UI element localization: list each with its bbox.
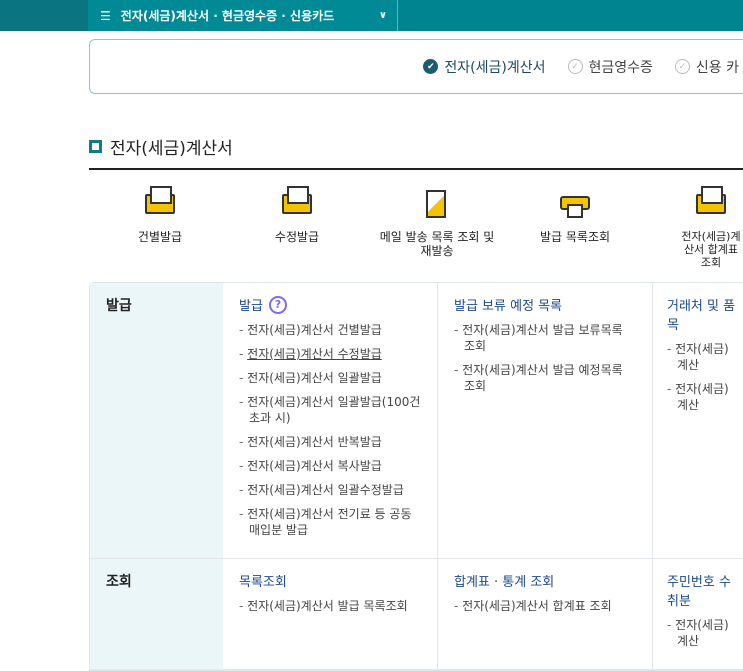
menu-grid: 발급 발급? 전자(세금)계산서 건별발급 전자(세금)계산서 수정발급 전자(… [89, 282, 743, 671]
menu-label: 전자(세금)계산서 · 현금영수증 · 신용카드 [120, 9, 335, 23]
square-bullet-icon [89, 140, 102, 153]
tab-credit-card[interactable]: ✓ 신용 카 [674, 57, 739, 77]
scroll-icon [420, 188, 454, 218]
nav-left-area [0, 0, 88, 31]
column-title: 거래처 및 품목 [667, 299, 736, 333]
quick-link-individual-issue[interactable]: 건별발급 [100, 186, 220, 244]
column-title: 발급 [239, 299, 263, 314]
list-item[interactable]: 전자(세금)계산서 발급 보류목록 조회 [454, 322, 636, 354]
quick-link-mail-list[interactable]: 메일 발송 목록 조회 및 재발송 [377, 188, 497, 258]
envelope-plus-icon [694, 186, 728, 218]
row-issue: 발급 발급? 전자(세금)계산서 건별발급 전자(세금)계산서 수정발급 전자(… [90, 283, 743, 559]
list-item[interactable]: 전자(세금)계산서 일괄발급(100건 초과 시) [239, 394, 421, 426]
list-item[interactable]: 전자(세금)계산서 일괄수정발급 [239, 482, 421, 498]
quick-link-label: 전자(세금)계산서 합계표 조회 [681, 230, 741, 269]
tab-label: 신용 카 [695, 59, 739, 76]
category-tabs: ✔ 전자(세금)계산서 ✓ 현금영수증 ✓ 신용 카 [89, 39, 743, 94]
envelope-gear-icon [143, 186, 177, 218]
list-item[interactable]: 전자(세금)계산서 반복발급 [239, 434, 421, 450]
list-item[interactable]: 전자(세금)계산서 수정발급 [239, 346, 421, 362]
row-header: 발급 [90, 283, 223, 558]
column-issue: 발급? 전자(세금)계산서 건별발급 전자(세금)계산서 수정발급 전자(세금)… [223, 283, 438, 558]
hamburger-icon: ☰ [100, 8, 111, 23]
list-item[interactable]: 전자(세금)계산서 일괄발급 [239, 370, 421, 386]
quick-link-issue-list[interactable]: 발급 목록조회 [515, 188, 635, 244]
column-title: 주민번호 수취분 [667, 575, 731, 609]
row-header: 조회 [90, 559, 223, 669]
quick-link-label: 건별발급 [137, 230, 183, 244]
help-icon[interactable]: ? [268, 295, 287, 314]
printer-icon [558, 188, 592, 218]
tab-tax-invoice[interactable]: ✔ 전자(세금)계산서 [423, 57, 546, 77]
column-title: 합계표 · 통계 조회 [454, 575, 555, 590]
list-item[interactable]: 전자(세금)계산서 복사발급 [239, 458, 421, 474]
quick-link-label: 발급 목록조회 [539, 230, 611, 244]
list-item[interactable]: 전자(세금)계산서 발급 예정목록 조회 [454, 362, 636, 394]
column-title: 발급 보류 예정 목록 [454, 299, 563, 314]
row-lookup: 조회 목록조회 전자(세금)계산서 발급 목록조회 합계표 · 통계 조회 전자… [90, 559, 743, 670]
category-menu-dropdown[interactable]: ☰ 전자(세금)계산서 · 현금영수증 · 신용카드 ∨ [88, 0, 398, 31]
chevron-down-icon: ∨ [378, 10, 387, 21]
quick-link-revised-issue[interactable]: 수정발급 [237, 186, 357, 244]
quick-link-label: 수정발급 [274, 230, 320, 244]
column-title: 목록조회 [239, 575, 287, 590]
list-item[interactable]: 전자(세금)계산 [667, 381, 737, 413]
check-icon: ✓ [567, 59, 583, 74]
top-nav-bar: ☰ 전자(세금)계산서 · 현금영수증 · 신용카드 ∨ [0, 0, 743, 31]
list-item[interactable]: 전자(세금)계산서 전기료 등 공동매입분 발급 [239, 506, 421, 538]
quick-link-summary[interactable]: 전자(세금)계산서 합계표 조회 [679, 186, 743, 269]
section-title: 전자(세금)계산서 [89, 134, 233, 159]
column-list-lookup: 목록조회 전자(세금)계산서 발급 목록조회 [223, 559, 438, 669]
divider [89, 168, 743, 170]
list-item[interactable]: 전자(세금)계산 [667, 341, 737, 373]
tab-label: 전자(세금)계산서 [444, 59, 546, 76]
section-title-text: 전자(세금)계산서 [110, 139, 233, 159]
envelope-arrow-icon [280, 186, 314, 218]
column-partners: 거래처 및 품목 전자(세금)계산 전자(세금)계산 [653, 283, 743, 558]
list-item[interactable]: 전자(세금)계산 [667, 617, 737, 649]
column-summary-stats: 합계표 · 통계 조회 전자(세금)계산서 합계표 조회 [438, 559, 653, 669]
list-item[interactable]: 전자(세금)계산서 건별발급 [239, 322, 421, 338]
tab-cash-receipt[interactable]: ✓ 현금영수증 [567, 57, 653, 77]
quick-link-label: 메일 발송 목록 조회 및 재발송 [379, 230, 495, 258]
check-icon: ✓ [674, 59, 690, 74]
quick-links: 건별발급 수정발급 메일 발송 목록 조회 및 재발송 발급 목록조회 전자(세… [89, 186, 743, 269]
column-resident-number: 주민번호 수취분 전자(세금)계산 [653, 559, 743, 669]
column-pending-list: 발급 보류 예정 목록 전자(세금)계산서 발급 보류목록 조회 전자(세금)계… [438, 283, 653, 558]
tab-label: 현금영수증 [588, 59, 653, 76]
check-icon: ✔ [423, 59, 439, 74]
